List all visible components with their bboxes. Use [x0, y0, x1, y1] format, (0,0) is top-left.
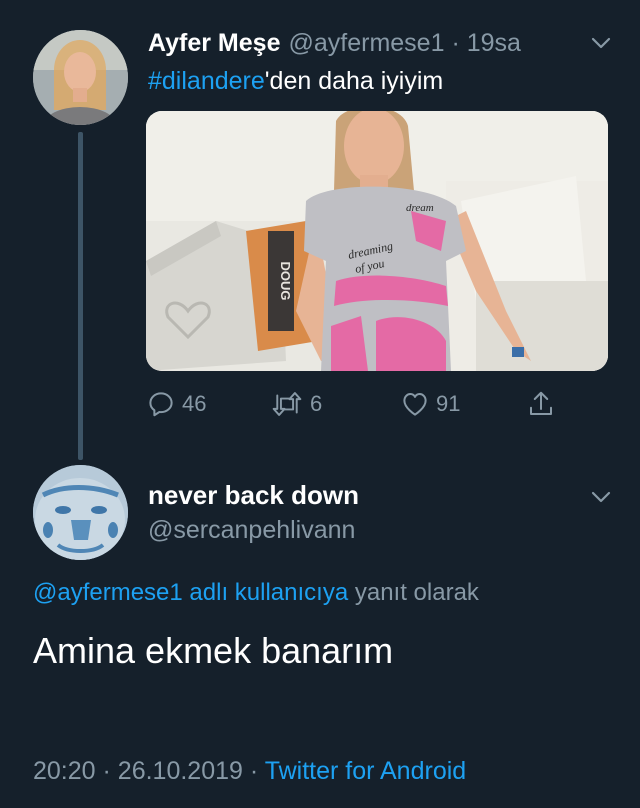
reply-tweet-text: Amina ekmek banarım	[33, 630, 394, 671]
tweet-time-ago[interactable]: 19sa	[467, 29, 521, 57]
header-separator: ·	[451, 29, 460, 57]
reply-author-name[interactable]: never back down	[148, 478, 359, 512]
retweet-action[interactable]: 6	[270, 384, 322, 424]
tweet-source-link[interactable]: Twitter for Android	[265, 757, 466, 785]
hashtag-link[interactable]: #dilandere	[148, 67, 265, 95]
like-count: 91	[436, 391, 461, 416]
reply-author-avatar[interactable]	[33, 465, 128, 560]
tweet-metadata: 20:20 · 26.10.2019 · Twitter for Android	[33, 754, 466, 788]
meta-separator-2: ·	[249, 757, 259, 785]
reply-action[interactable]: 46	[146, 384, 206, 424]
tweet-photo[interactable]: DOUG dream dreaming of you	[146, 111, 608, 371]
author-name[interactable]: Ayfer Meşe	[148, 29, 280, 57]
author-handle[interactable]: @ayfermese1	[288, 29, 444, 57]
chevron-down-icon[interactable]	[590, 486, 612, 508]
tweet-text: #dilandere'den daha iyiyim	[148, 64, 443, 98]
like-icon[interactable]	[400, 389, 430, 419]
tweet-time: 20:20	[33, 757, 96, 785]
author-avatar[interactable]	[33, 30, 128, 125]
meta-separator: ·	[102, 757, 111, 785]
tweet-text-rest: 'den daha iyiyim	[264, 67, 444, 95]
retweet-icon[interactable]	[270, 389, 304, 419]
like-action[interactable]: 91	[400, 384, 460, 424]
replying-to-label: yanıt olarak	[354, 579, 479, 606]
pillow-print: DOUG	[278, 262, 293, 301]
thread-connector-line	[78, 132, 83, 460]
tweet-header: Ayfer Meşe @ayfermese1 · 19sa	[148, 26, 521, 60]
replying-to-line: @ayfermese1 adlı kullanıcıya yanıt olara…	[33, 576, 479, 610]
shirt-print-top: dream	[406, 202, 434, 214]
tweet-action-bar: 46 6 91	[146, 384, 566, 424]
share-action[interactable]	[526, 384, 556, 424]
reply-icon[interactable]	[146, 389, 176, 419]
reply-author-handle[interactable]: @sercanpehlivann	[148, 513, 355, 547]
retweet-count: 6	[310, 391, 323, 416]
share-icon[interactable]	[526, 389, 556, 419]
tweet-date: 26.10.2019	[117, 757, 243, 785]
chevron-down-icon[interactable]	[590, 32, 612, 54]
reply-count: 46	[182, 391, 207, 416]
tweet-thread-screen: Ayfer Meşe @ayfermese1 · 19sa #dilandere'…	[0, 0, 640, 808]
replying-to-link[interactable]: @ayfermese1 adlı kullanıcıya	[33, 579, 348, 606]
